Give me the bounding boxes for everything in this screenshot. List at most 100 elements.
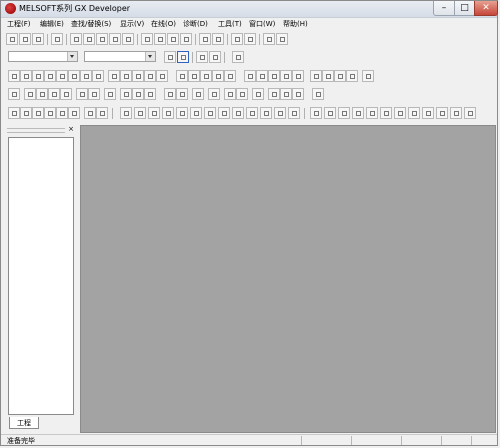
- sfc-f-icon[interactable]: [68, 107, 80, 119]
- menu-tools[interactable]: 工具(T): [218, 19, 242, 29]
- close-button[interactable]: ✕: [474, 1, 498, 16]
- horizontal-link-icon[interactable]: [274, 107, 286, 119]
- coil-icon[interactable]: [56, 70, 68, 82]
- sfc-j-icon[interactable]: [324, 107, 336, 119]
- ladder-symbol-c-icon[interactable]: [334, 70, 346, 82]
- convert-all-icon[interactable]: [48, 88, 60, 100]
- pane-grip[interactable]: [7, 128, 65, 133]
- sfc-k-icon[interactable]: [338, 107, 350, 119]
- selection-branch-icon[interactable]: [204, 107, 216, 119]
- selection-join-icon[interactable]: [232, 107, 244, 119]
- monitor-mode-icon[interactable]: [88, 88, 100, 100]
- write-mode-icon[interactable]: [60, 88, 72, 100]
- program-header-icon[interactable]: [164, 51, 176, 63]
- comment-edit-icon[interactable]: [120, 88, 132, 100]
- sfc-a-icon[interactable]: [8, 107, 20, 119]
- parallel-branch-icon[interactable]: [218, 107, 230, 119]
- contact-no-icon[interactable]: [8, 70, 20, 82]
- pane-close-icon[interactable]: ×: [67, 125, 75, 133]
- falling-pulse-not-icon[interactable]: [200, 70, 212, 82]
- menu-window[interactable]: 窗口(W): [249, 19, 275, 29]
- project-tree[interactable]: [8, 137, 74, 415]
- coupling-icon[interactable]: [288, 107, 300, 119]
- zoom-icon[interactable]: [232, 51, 244, 63]
- parallel-falling-icon[interactable]: [176, 70, 188, 82]
- device-test-icon[interactable]: [192, 88, 204, 100]
- monitor-start-icon[interactable]: [231, 33, 243, 45]
- sfc-n-icon[interactable]: [380, 107, 392, 119]
- rising-pulse-icon[interactable]: [132, 70, 144, 82]
- step-icon[interactable]: [120, 107, 132, 119]
- ladder-simulate-icon[interactable]: [268, 88, 280, 100]
- horizontal-line-icon[interactable]: [80, 70, 92, 82]
- plc-write-icon[interactable]: [199, 33, 211, 45]
- find-comment-icon[interactable]: [180, 33, 192, 45]
- paste-icon[interactable]: [96, 33, 108, 45]
- statement-edit-icon[interactable]: [132, 88, 144, 100]
- parallel-falling-not-icon[interactable]: [224, 70, 236, 82]
- parameter-check-icon[interactable]: [292, 88, 304, 100]
- open-project-icon[interactable]: [19, 33, 31, 45]
- step-execute-icon[interactable]: [208, 88, 220, 100]
- plc-diagnostics-icon[interactable]: [312, 88, 324, 100]
- ladder-check-icon[interactable]: [176, 88, 188, 100]
- line-draw-icon[interactable]: [280, 70, 292, 82]
- dummy-step-icon[interactable]: [162, 107, 174, 119]
- device-register-icon[interactable]: [280, 88, 292, 100]
- contact-parallel-nc-icon[interactable]: [44, 70, 56, 82]
- ladder-view-icon[interactable]: [177, 51, 189, 63]
- sampling-trace-icon[interactable]: [224, 88, 236, 100]
- memory-batch-icon[interactable]: [263, 33, 275, 45]
- ladder-symbol-e-icon[interactable]: [362, 70, 374, 82]
- falling-pulse-icon[interactable]: [144, 70, 156, 82]
- statement-toggle-icon[interactable]: [209, 51, 221, 63]
- rising-pulse-not-icon[interactable]: [188, 70, 200, 82]
- chevron-down-icon[interactable]: [145, 52, 155, 61]
- plc-read-icon[interactable]: [212, 33, 224, 45]
- contact-parallel-no-icon[interactable]: [20, 70, 32, 82]
- menu-help[interactable]: 帮助(H): [283, 19, 308, 29]
- contact-nc-icon[interactable]: [32, 70, 44, 82]
- transition-icon[interactable]: [190, 107, 202, 119]
- note-edit-icon[interactable]: [144, 88, 156, 100]
- sfc-e-icon[interactable]: [56, 107, 68, 119]
- sfc-b-icon[interactable]: [20, 107, 32, 119]
- sfc-m-icon[interactable]: [366, 107, 378, 119]
- chevron-down-icon[interactable]: [67, 52, 77, 61]
- tab-project[interactable]: 工程: [9, 417, 39, 429]
- sfc-l-icon[interactable]: [352, 107, 364, 119]
- menu-project[interactable]: 工程(F): [7, 19, 31, 29]
- invert-result-icon[interactable]: [268, 70, 280, 82]
- ladder-symbol-b-icon[interactable]: [322, 70, 334, 82]
- sfc-s-icon[interactable]: [450, 107, 462, 119]
- jump-icon[interactable]: [176, 107, 188, 119]
- block-start-step-icon[interactable]: [134, 107, 146, 119]
- ladder-symbol-d-icon[interactable]: [346, 70, 358, 82]
- pane-header[interactable]: ×: [5, 125, 76, 134]
- ladder-symbol-a-icon[interactable]: [310, 70, 322, 82]
- program-list-combo[interactable]: [8, 51, 78, 62]
- vertical-link-icon[interactable]: [260, 107, 272, 119]
- delete-horizontal-line-icon[interactable]: [108, 70, 120, 82]
- read-mode-icon[interactable]: [76, 88, 88, 100]
- operation-result-rising-icon[interactable]: [244, 70, 256, 82]
- maximize-button[interactable]: □: [454, 1, 475, 16]
- sfc-q-icon[interactable]: [422, 107, 434, 119]
- menu-view[interactable]: 显示(V): [120, 19, 144, 29]
- comment-toggle-icon[interactable]: [196, 51, 208, 63]
- entry-data-monitor-icon[interactable]: [236, 88, 248, 100]
- melsoft-app-icon[interactable]: [5, 3, 16, 14]
- device-batch-icon[interactable]: [276, 33, 288, 45]
- sfc-r-icon[interactable]: [436, 107, 448, 119]
- menu-find-replace[interactable]: 查找/替换(S): [71, 19, 111, 29]
- line-delete-icon[interactable]: [292, 70, 304, 82]
- menu-online[interactable]: 在线(O): [151, 19, 176, 29]
- menu-edit[interactable]: 编辑(E): [40, 19, 64, 29]
- menu-diagnostics[interactable]: 诊断(D): [183, 19, 208, 29]
- sfc-t-icon[interactable]: [464, 107, 476, 119]
- delete-vertical-line-icon[interactable]: [120, 70, 132, 82]
- list-mode-icon[interactable]: [24, 88, 36, 100]
- monitor-stop-icon[interactable]: [244, 33, 256, 45]
- new-project-icon[interactable]: [6, 33, 18, 45]
- minimize-button[interactable]: –: [433, 1, 455, 16]
